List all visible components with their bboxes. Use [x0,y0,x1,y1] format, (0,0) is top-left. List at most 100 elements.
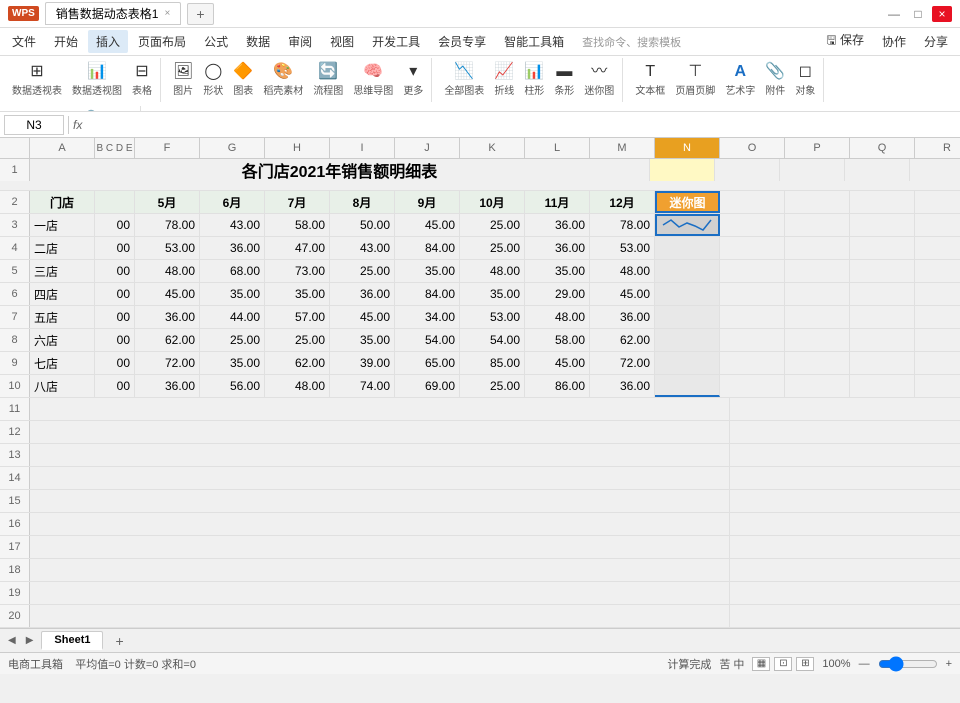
cell-n2[interactable]: 迷你图 [655,191,720,213]
cell-o3[interactable] [720,214,785,236]
menu-data[interactable]: 数据 [238,30,278,53]
cell-p8[interactable] [785,329,850,351]
cell-i5[interactable]: 25.00 [330,260,395,282]
cell-g8[interactable]: 25.00 [200,329,265,351]
cell-j4[interactable]: 84.00 [395,237,460,259]
toolbar-object[interactable]: ◻ 对象 [791,60,819,100]
tab-close-btn[interactable]: × [164,8,170,19]
cell-h7[interactable]: 57.00 [265,306,330,328]
cell-f9[interactable]: 72.00 [135,352,200,374]
cell-r4[interactable] [915,237,960,259]
col-header-i[interactable]: I [330,138,395,158]
cell-j9[interactable]: 65.00 [395,352,460,374]
menu-file[interactable]: 文件 [4,30,44,53]
cell-m10[interactable]: 36.00 [590,375,655,397]
cell-j10[interactable]: 69.00 [395,375,460,397]
cell-f3[interactable]: 78.00 [135,214,200,236]
cell-m9[interactable]: 72.00 [590,352,655,374]
cell-j3[interactable]: 45.00 [395,214,460,236]
col-header-h[interactable]: H [265,138,330,158]
normal-view-btn[interactable]: ▦ [752,657,770,671]
cell-o2[interactable] [720,191,785,213]
toolbar-textbox[interactable]: T 文本框 [631,60,669,100]
cell-12[interactable] [30,421,730,443]
cell-m3[interactable]: 78.00 [590,214,655,236]
cell-g6[interactable]: 35.00 [200,283,265,305]
cell-n9[interactable] [655,352,720,374]
menu-collab[interactable]: 协作 [874,30,914,53]
col-header-l[interactable]: L [525,138,590,158]
cell-g3[interactable]: 43.00 [200,214,265,236]
cell-o6[interactable] [720,283,785,305]
cell-a2[interactable]: 门店 [30,191,95,213]
zoom-plus-btn[interactable]: + [946,658,952,670]
col-header-b[interactable]: B C D E [95,138,135,158]
cell-14[interactable] [30,467,730,489]
col-header-j[interactable]: J [395,138,460,158]
cell-q4[interactable] [850,237,915,259]
cell-r7[interactable] [915,306,960,328]
cell-q10[interactable] [850,375,915,397]
cell-k9[interactable]: 85.00 [460,352,525,374]
cell-g2[interactable]: 6月 [200,191,265,213]
cell-a4[interactable]: 二店 [30,237,95,259]
toolbar-picture[interactable]: 🖼 图片 [169,60,197,100]
toolbar-flowchart[interactable]: 🔄 流程图 [309,60,347,100]
cell-o10[interactable] [720,375,785,397]
cell-f4[interactable]: 53.00 [135,237,200,259]
cell-p1[interactable] [780,159,845,181]
toolbar-material[interactable]: 🎨 稻壳素材 [259,60,307,100]
cell-e8[interactable]: 00 [95,329,135,351]
cell-h4[interactable]: 47.00 [265,237,330,259]
zoom-slider[interactable] [878,656,938,672]
cell-18[interactable] [30,559,730,581]
cell-g5[interactable]: 68.00 [200,260,265,282]
col-header-r[interactable]: R [915,138,960,158]
cell-e3[interactable]: 00 [95,214,135,236]
col-header-k[interactable]: K [460,138,525,158]
toolbar-pivot-table[interactable]: ⊞ 数据透视表 [8,60,66,100]
cell-l4[interactable]: 36.00 [525,237,590,259]
cell-f10[interactable]: 36.00 [135,375,200,397]
cell-e4[interactable]: 00 [95,237,135,259]
cell-h10[interactable]: 48.00 [265,375,330,397]
cell-m5[interactable]: 48.00 [590,260,655,282]
cell-r8[interactable] [915,329,960,351]
cell-q3[interactable] [850,214,915,236]
cell-r5[interactable] [915,260,960,282]
col-header-f[interactable]: F [135,138,200,158]
cell-n6[interactable] [655,283,720,305]
cell-i6[interactable]: 36.00 [330,283,395,305]
cell-o8[interactable] [720,329,785,351]
cell-n5[interactable] [655,260,720,282]
cell-p9[interactable] [785,352,850,374]
document-tab[interactable]: 销售数据动态表格1 × [45,2,182,25]
menu-formula[interactable]: 公式 [196,30,236,53]
cell-a9[interactable]: 七店 [30,352,95,374]
cell-h6[interactable]: 35.00 [265,283,330,305]
cell-11[interactable] [30,398,730,420]
cell-g10[interactable]: 56.00 [200,375,265,397]
cell-l6[interactable]: 29.00 [525,283,590,305]
col-header-n[interactable]: N [655,138,720,158]
cell-p2[interactable] [785,191,850,213]
cell-e9[interactable]: 00 [95,352,135,374]
cell-n7[interactable] [655,306,720,328]
menu-member[interactable]: 会员专享 [430,30,494,53]
cell-13[interactable] [30,444,730,466]
cell-i4[interactable]: 43.00 [330,237,395,259]
cell-m7[interactable]: 36.00 [590,306,655,328]
toolbar-header-footer[interactable]: ⊤ 页眉页脚 [671,60,719,100]
toolbar-attach[interactable]: 📎 附件 [761,60,789,100]
page-view-btn[interactable]: ⊡ [774,657,792,671]
cell-r2[interactable] [915,191,960,213]
menu-developer[interactable]: 开发工具 [364,30,428,53]
menu-insert[interactable]: 插入 [88,30,128,53]
cell-a1[interactable]: 各门店2021年销售额明细表 [30,159,650,181]
cell-a8[interactable]: 六店 [30,329,95,351]
toolbar-table[interactable]: ⊟ 表格 [128,60,156,100]
cell-n8[interactable] [655,329,720,351]
cell-f5[interactable]: 48.00 [135,260,200,282]
cell-p3[interactable] [785,214,850,236]
menu-layout[interactable]: 页面布局 [130,30,194,53]
